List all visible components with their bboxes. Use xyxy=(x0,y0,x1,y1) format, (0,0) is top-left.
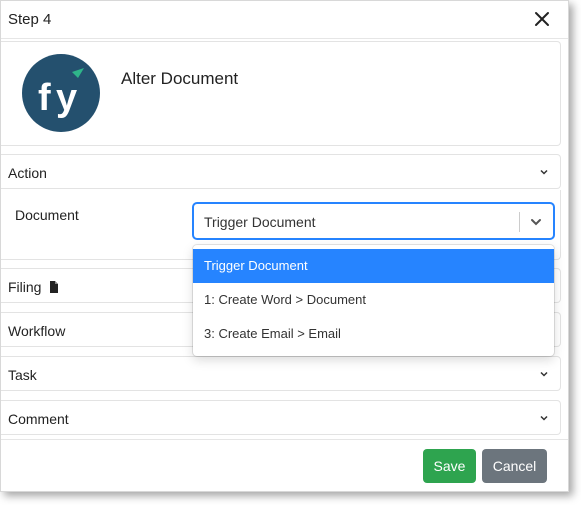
dropdown-option[interactable]: Trigger Document xyxy=(193,249,554,283)
chevron-down-icon[interactable] xyxy=(529,215,543,229)
document-select[interactable]: Trigger Document xyxy=(193,203,554,239)
section-comment-label: Comment xyxy=(8,411,69,427)
chevron-down-icon[interactable] xyxy=(538,368,550,380)
modal-header: Step 4 xyxy=(1,1,568,39)
section-task[interactable]: Task xyxy=(1,356,561,391)
fy-logo: f y xyxy=(22,54,100,132)
svg-text:y: y xyxy=(56,77,77,119)
svg-text:f: f xyxy=(38,77,51,119)
select-separator xyxy=(519,212,520,232)
section-action[interactable]: Action xyxy=(1,154,561,189)
close-icon[interactable] xyxy=(532,9,552,29)
card-title: Alter Document xyxy=(121,69,239,88)
section-workflow-label: Workflow xyxy=(8,323,66,339)
section-task-label: Task xyxy=(8,367,37,383)
document-dropdown-menu: Trigger Document 1: Create Word > Docume… xyxy=(193,245,554,356)
modal-footer: Save Cancel xyxy=(1,439,568,492)
document-label: Document xyxy=(15,207,79,223)
chevron-down-icon[interactable] xyxy=(538,166,550,178)
modal-title: Step 4 xyxy=(8,11,52,28)
file-icon xyxy=(50,281,59,293)
dropdown-option[interactable]: 1: Create Word > Document xyxy=(193,283,554,317)
cancel-button[interactable]: Cancel xyxy=(482,449,547,483)
section-filing-label: Filing xyxy=(8,279,59,295)
section-filing-text: Filing xyxy=(8,279,42,295)
document-card: f y Alter Document xyxy=(1,41,561,146)
chevron-down-icon[interactable] xyxy=(538,412,550,424)
section-action-label: Action xyxy=(8,165,47,181)
dropdown-option[interactable]: 3: Create Email > Email xyxy=(193,317,554,351)
section-comment[interactable]: Comment xyxy=(1,400,561,435)
save-button[interactable]: Save xyxy=(423,449,476,483)
document-select-value[interactable]: Trigger Document xyxy=(204,214,316,230)
